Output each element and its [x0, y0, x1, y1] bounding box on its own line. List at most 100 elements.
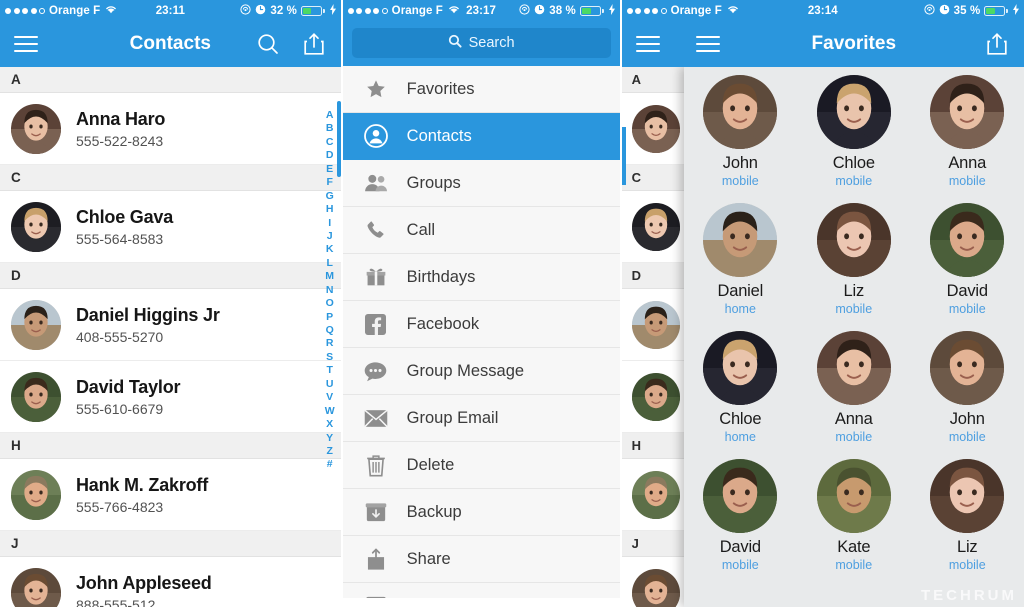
favorite-cell[interactable]: David mobile	[684, 459, 797, 587]
favorite-label: home	[724, 302, 756, 316]
contact-row[interactable]	[621, 361, 686, 433]
menu-item-label: Birthdays	[406, 267, 476, 286]
alpha-index-letter[interactable]: D	[326, 149, 334, 162]
favorites-body: ACDHJK JohnmobileChloemobileAnnamobileDa…	[621, 67, 1024, 607]
menu-item-contacts[interactable]: Contacts	[342, 113, 620, 160]
avatar	[816, 331, 891, 405]
favorite-label: mobile	[835, 558, 873, 572]
share-icon[interactable]	[301, 31, 327, 57]
alpha-index-letter[interactable]: K	[326, 243, 334, 256]
favorite-name: David	[719, 538, 761, 556]
panel-contacts: Orange F 23:11 32 % Contacts A Anna Haro…	[0, 0, 341, 607]
avatar	[930, 331, 1005, 405]
alpha-index-letter[interactable]: T	[326, 364, 332, 377]
favorite-cell[interactable]: Chloe home	[684, 331, 797, 459]
alpha-index-letter[interactable]: A	[326, 109, 334, 122]
avatar	[930, 75, 1005, 149]
keypad-icon	[361, 596, 391, 598]
menu-item-group-message[interactable]: Group Message	[342, 348, 620, 395]
contact-text: Anna Haro 555-522-8243	[76, 109, 165, 149]
favorite-name: Liz	[956, 538, 978, 556]
section-header: H	[621, 433, 686, 459]
favorite-cell[interactable]: John mobile	[684, 75, 797, 203]
menu-item-share[interactable]: Share	[342, 536, 620, 583]
favorite-cell[interactable]: Liz mobile	[797, 203, 910, 331]
alpha-index-letter[interactable]: G	[326, 190, 334, 203]
favorite-cell[interactable]: Daniel home	[684, 203, 797, 331]
menu-item-favorites[interactable]: Favorites	[342, 66, 620, 113]
contact-row[interactable]: Chloe Gava 555-564-8583	[0, 191, 341, 263]
alpha-index-letter[interactable]: N	[326, 284, 334, 297]
alpha-index-letter[interactable]: R	[326, 337, 334, 350]
contact-row[interactable]	[621, 93, 686, 165]
clock-label: 23:14	[807, 4, 838, 17]
avatar	[703, 75, 778, 149]
menu-item-backup[interactable]: Backup	[342, 489, 620, 536]
favorite-name: Chloe	[832, 154, 875, 172]
hamburger-icon-underlay[interactable]	[635, 36, 660, 52]
contact-row[interactable]: Hank M. Zakroff 555-766-4823	[0, 459, 341, 531]
favorite-cell[interactable]: Anna mobile	[911, 75, 1024, 203]
favorite-cell[interactable]: Liz mobile	[911, 459, 1024, 587]
search-icon[interactable]	[255, 31, 281, 57]
alpha-index-letter[interactable]: C	[326, 136, 334, 149]
menu-item-label: Group Email	[406, 408, 499, 427]
menu-item-group-email[interactable]: Group Email	[342, 395, 620, 442]
menu-item-scanning[interactable]: Scanning	[342, 583, 620, 598]
alpha-index-letter[interactable]: P	[326, 311, 333, 324]
alpha-index-letter[interactable]: Q	[326, 324, 334, 337]
favorite-name: David	[946, 282, 988, 300]
alpha-index-letter[interactable]: V	[326, 391, 333, 404]
favorite-cell[interactable]: Kate mobile	[797, 459, 910, 587]
alpha-index-letter[interactable]: B	[326, 122, 334, 135]
contact-row[interactable]: Daniel Higgins Jr 408-555-5270	[0, 289, 341, 361]
avatar	[631, 568, 680, 607]
menu-item-label: Call	[406, 220, 436, 239]
contact-row[interactable]	[622, 557, 686, 607]
favorite-cell[interactable]: Chloe mobile	[797, 75, 910, 203]
search-placeholder: Search	[468, 35, 515, 51]
search-input[interactable]: Search	[351, 28, 611, 58]
favorite-cell[interactable]: David mobile	[911, 203, 1024, 331]
favorite-name: Liz	[843, 282, 865, 300]
favorites-grid[interactable]: John mobile Chloe mobile Anna mobile Daniel hom…	[684, 67, 1024, 587]
contacts-list[interactable]: A Anna Haro 555-522-8243 C Chloe Gava 555-564…	[0, 67, 341, 607]
alpha-index-letter[interactable]: J	[327, 230, 333, 243]
contact-name: John Appleseed	[76, 572, 212, 593]
alpha-index-letter[interactable]: Z	[326, 445, 332, 458]
alpha-index-letter[interactable]: M	[325, 270, 334, 283]
alpha-index-letter[interactable]: F	[326, 176, 332, 189]
alpha-index-letter[interactable]: U	[326, 378, 334, 391]
menu-item-delete[interactable]: Delete	[342, 442, 620, 489]
menu-item-birthdays[interactable]: Birthdays	[342, 254, 620, 301]
favorite-cell[interactable]: Anna mobile	[797, 331, 910, 459]
contact-row[interactable]	[621, 459, 686, 531]
contact-row[interactable]: Anna Haro 555-522-8243	[0, 93, 341, 165]
menu-item-facebook[interactable]: Facebook	[342, 301, 620, 348]
alpha-index-letter[interactable]: W	[325, 405, 335, 418]
side-menu-list[interactable]: Favorites Contacts Groups Call Birthdays Face…	[342, 66, 620, 598]
hamburger-icon[interactable]	[14, 36, 38, 52]
alpha-index-letter[interactable]: O	[326, 297, 334, 310]
favorite-cell[interactable]: John mobile	[911, 331, 1024, 459]
contact-row[interactable]: John Appleseed 888-555-512	[0, 557, 341, 607]
alpha-index-letter[interactable]: Y	[326, 432, 333, 445]
alpha-index-letter[interactable]: L	[326, 257, 332, 270]
alpha-index-letter[interactable]: E	[326, 163, 333, 176]
hamburger-icon[interactable]	[695, 36, 720, 52]
avatar	[11, 201, 61, 252]
contact-name: Hank M. Zakroff	[76, 474, 209, 495]
share-icon[interactable]	[984, 31, 1010, 57]
alphabet-index[interactable]: A B C D E F G H I J K L M N O P Q R S T U V W X Y Z #	[322, 109, 338, 472]
alpha-index-letter[interactable]: H	[326, 203, 334, 216]
contact-row[interactable]: David Taylor 555-610-6679	[0, 361, 341, 433]
alpha-index-letter[interactable]: I	[328, 217, 331, 230]
contact-row[interactable]	[621, 289, 686, 361]
alpha-index-letter[interactable]: S	[326, 351, 333, 364]
contact-row[interactable]	[621, 191, 686, 263]
contacts-list-peek[interactable]: ACDHJK	[621, 67, 686, 607]
alpha-index-letter[interactable]: X	[326, 418, 333, 431]
alpha-index-letter[interactable]: #	[327, 458, 333, 471]
menu-item-call[interactable]: Call	[342, 207, 620, 254]
menu-item-groups[interactable]: Groups	[342, 160, 620, 207]
